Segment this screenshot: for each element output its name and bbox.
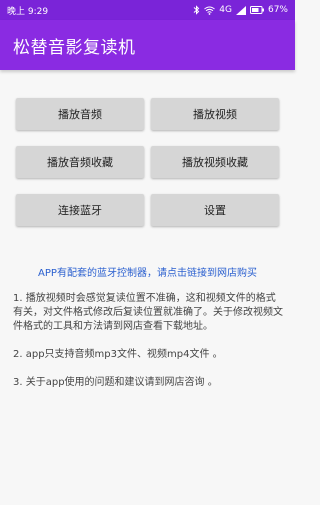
battery-icon [249, 6, 264, 14]
play-audio-button[interactable]: 播放音频 [16, 98, 144, 130]
wifi-icon [204, 6, 216, 15]
note-item: 1. 播放视频时会感觉复读位置不准确，这和视频文件的格式有关，对文件格式修改后复… [13, 293, 283, 332]
notes-section: 1. 播放视频时会感觉复读位置不准确，这和视频文件的格式有关，对文件格式修改后复… [13, 292, 283, 404]
play-video-favorites-button[interactable]: 播放视频收藏 [151, 146, 279, 178]
connect-bluetooth-button[interactable]: 连接蓝牙 [16, 194, 144, 226]
settings-button[interactable]: 设置 [151, 194, 279, 226]
play-video-button[interactable]: 播放视频 [151, 98, 279, 130]
status-bar: 晚上 9:29 4G 67% [0, 0, 295, 20]
status-time: 晚上 9:29 [7, 6, 49, 17]
shop-link[interactable]: APP有配套的蓝牙控制器，请点击链接到网店购买 [0, 264, 295, 279]
note-item: 2. app只支持音频mp3文件、视频mp4文件 。 [13, 349, 223, 360]
app-bar: 松替音影复读机 [0, 20, 295, 70]
battery-level: 67% [267, 5, 288, 15]
status-right: 4G 67% [193, 5, 288, 15]
signal-icon [235, 5, 246, 15]
status-left: 晚上 9:29 [7, 4, 48, 17]
network-type: 4G [219, 5, 232, 15]
play-audio-favorites-button[interactable]: 播放音频收藏 [16, 146, 144, 178]
bluetooth-icon [193, 5, 200, 15]
note-item: 3. 关于app使用的问题和建议请到网店咨询 。 [13, 377, 218, 388]
app-title: 松替音影复读机 [13, 37, 136, 58]
